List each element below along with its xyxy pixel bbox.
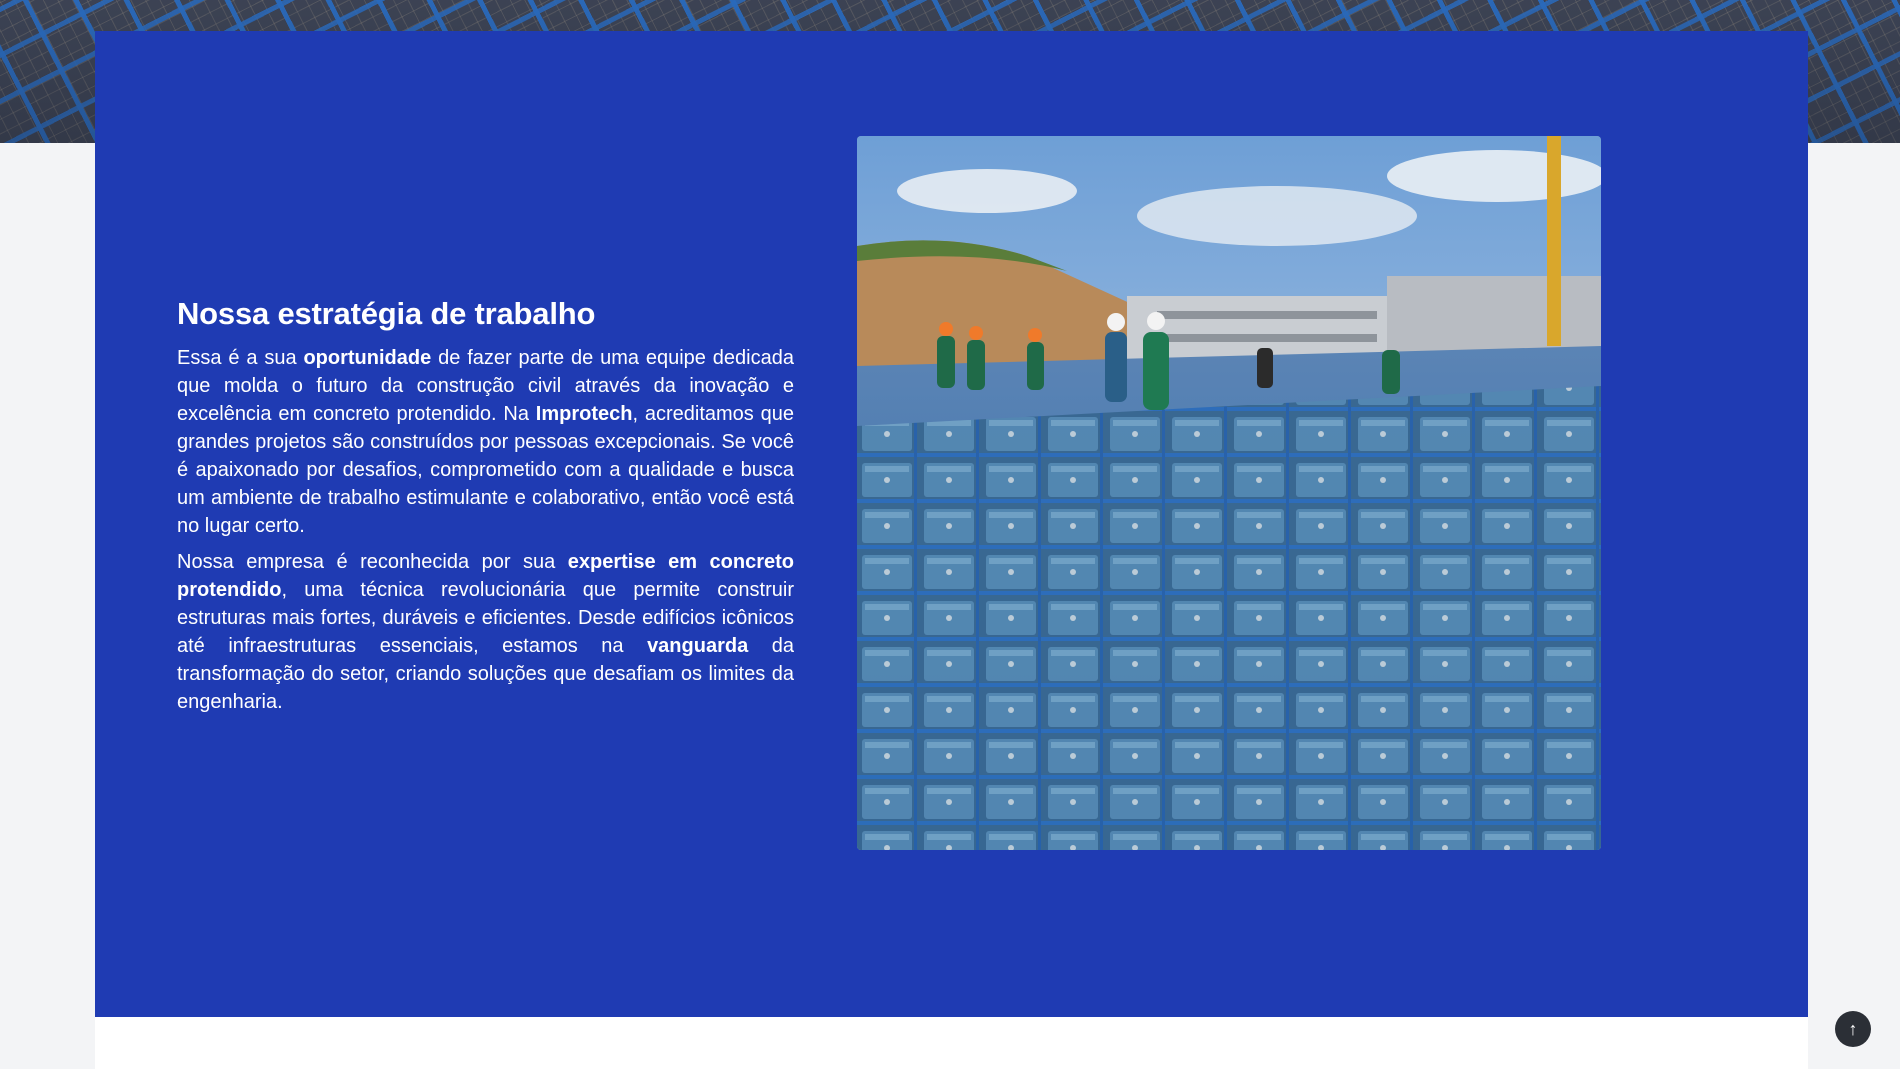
slab-shade <box>857 386 1601 850</box>
cloud <box>897 169 1077 213</box>
building-floor-line <box>1157 334 1377 342</box>
next-section <box>95 1017 1808 1069</box>
section-title: Nossa estratégia de trabalho <box>177 296 596 331</box>
crane-mast <box>1547 136 1561 346</box>
strategy-paragraph-1: Essa é a sua oportunidade de fazer parte… <box>177 344 794 540</box>
construction-photo-illustration <box>857 136 1601 850</box>
highlight-oportunidade: oportunidade <box>303 347 432 370</box>
paragraph-segment: Essa é a sua <box>177 347 304 370</box>
paragraph-segment: Nossa empresa é reconhecida por sua <box>177 551 568 574</box>
highlight-vanguarda: vanguarda <box>647 635 749 658</box>
building-floor-line <box>1157 311 1377 319</box>
strategy-paragraph-2: Nossa empresa é reconhecida por sua expe… <box>177 548 794 716</box>
strategy-text-column: Nossa estratégia de trabalho Essa é a su… <box>177 294 794 724</box>
highlight-improtech: Improtech <box>535 403 633 426</box>
construction-site-photo <box>857 136 1601 850</box>
cloud <box>1387 150 1601 202</box>
arrow-up-icon: ↑ <box>1848 1018 1858 1039</box>
cloud <box>1137 186 1417 246</box>
back-to-top-button[interactable]: ↑ <box>1835 1011 1871 1047</box>
